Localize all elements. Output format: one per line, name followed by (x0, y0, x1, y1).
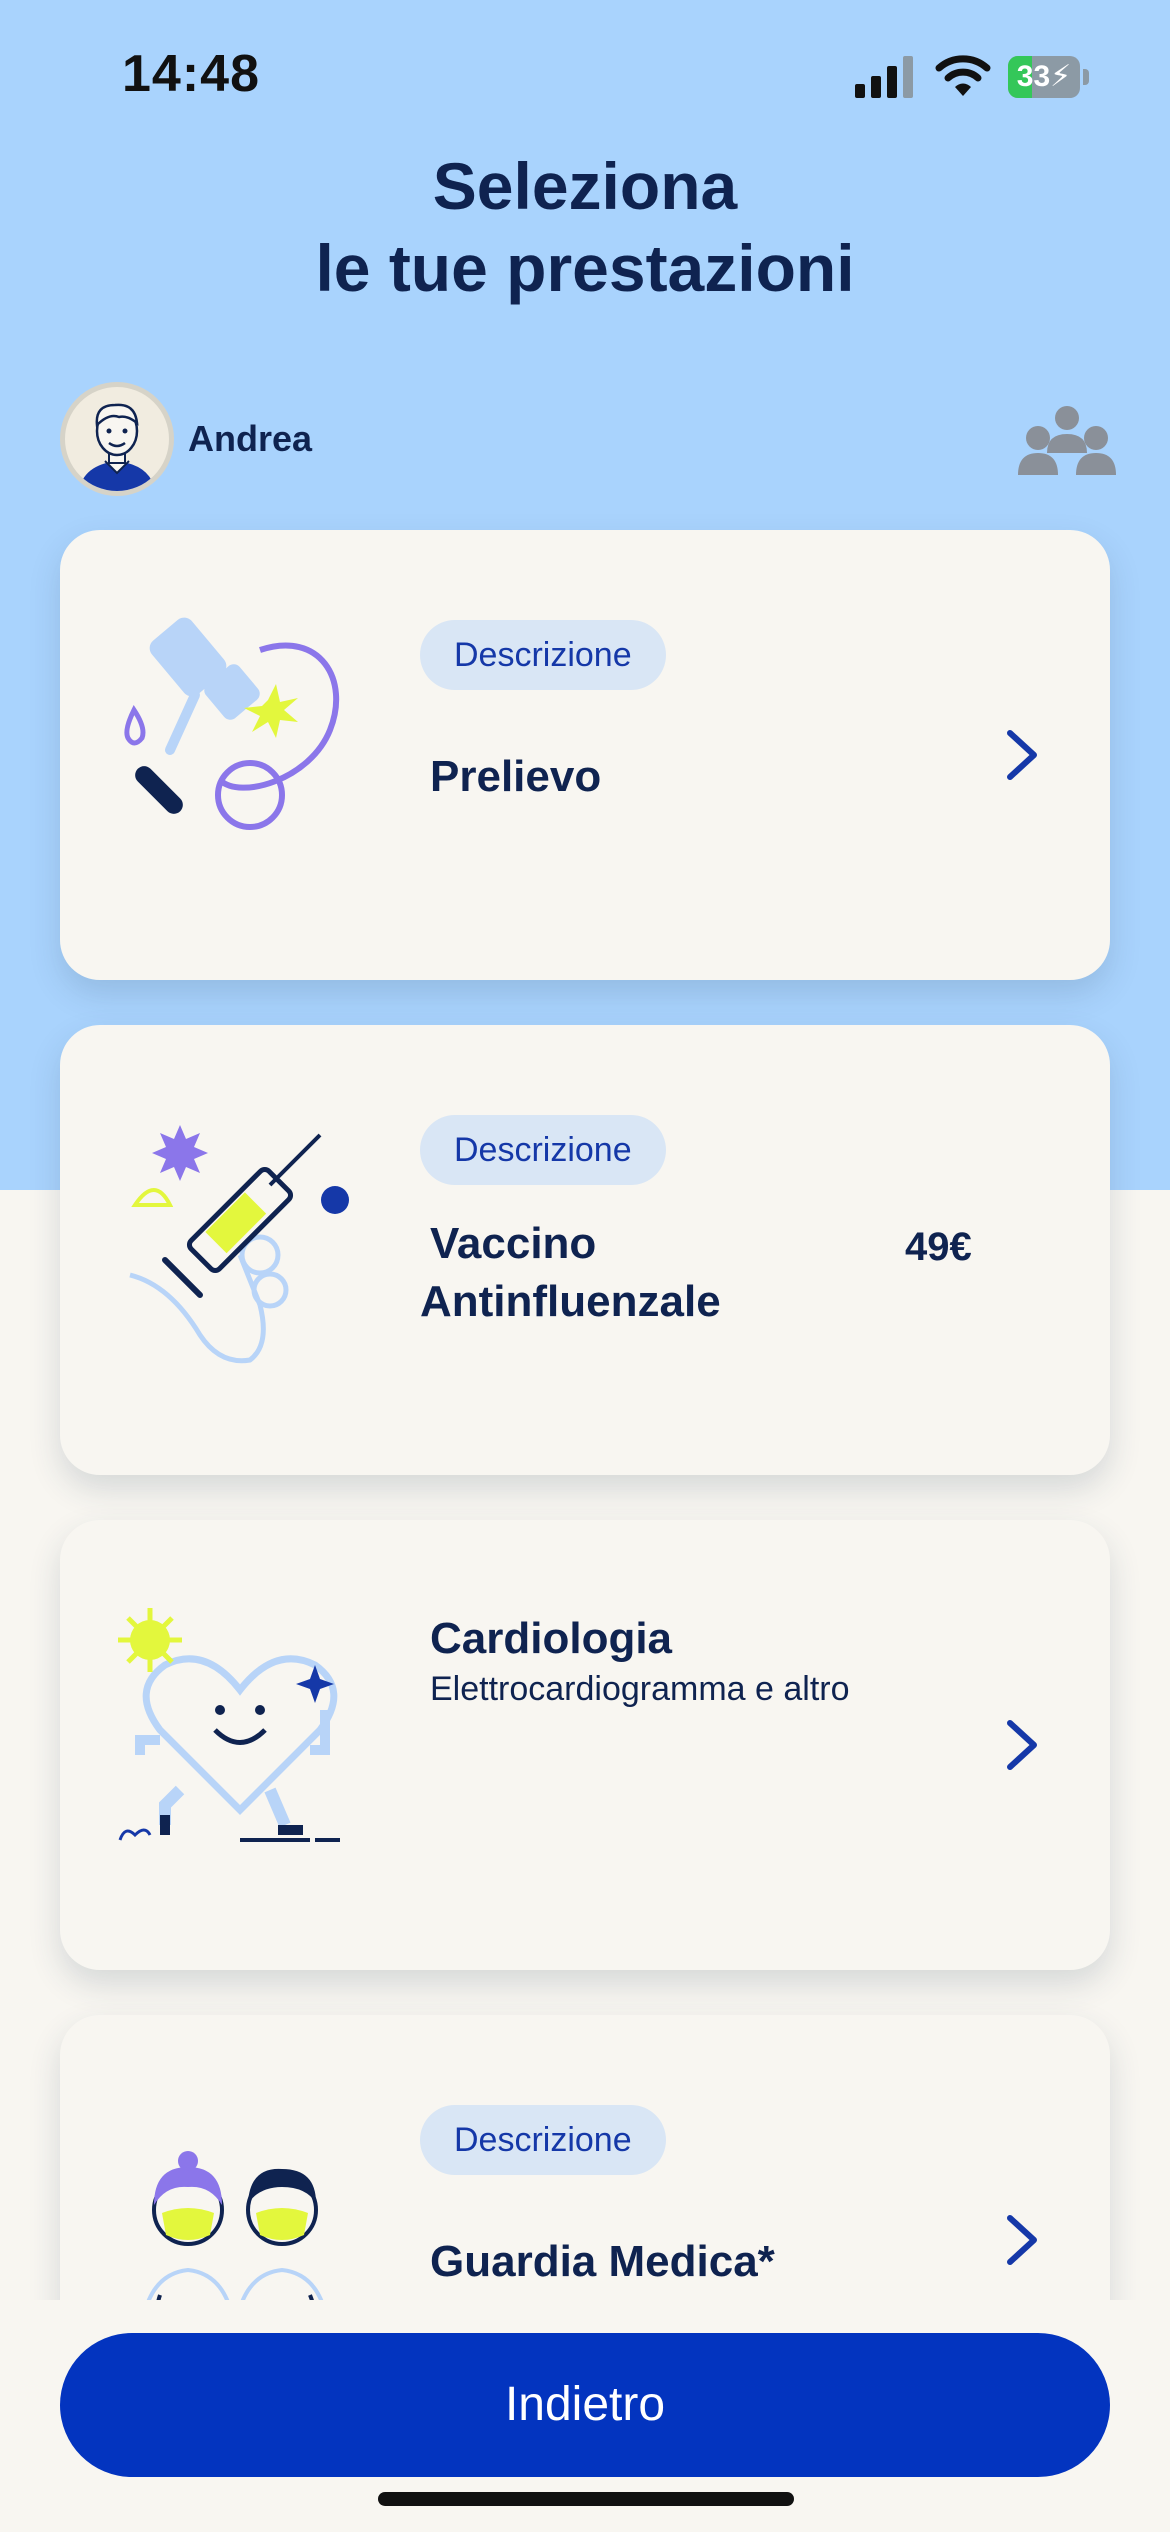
page-title: Seleziona le tue prestazioni (0, 145, 1170, 309)
home-indicator (378, 2492, 794, 2506)
description-chip[interactable]: Descrizione (420, 1115, 666, 1185)
battery-percent: 33 (1016, 60, 1051, 93)
blood-draw-illustration-icon (124, 617, 340, 830)
heart-illustration-icon (118, 1608, 340, 1842)
family-members-icon[interactable] (1018, 405, 1116, 475)
service-name: Prelievo (430, 752, 602, 801)
service-subtitle: Elettrocardiogramma e altro (430, 1670, 850, 1708)
vaccine-syringe-illustration-icon (129, 1125, 349, 1364)
service-name: Cardiologia (430, 1614, 673, 1663)
service-name-line-2: Antinfluenzale (420, 1277, 721, 1326)
chevron-right-icon[interactable] (1000, 2210, 1044, 2270)
status-time: 14:48 (122, 45, 260, 103)
service-card-vaccino[interactable]: Descrizione Vaccino Antinfluenzale 49€ (60, 1025, 1110, 1475)
service-name: Guardia Medica* (430, 2237, 775, 2286)
service-card-prelievo[interactable]: Descrizione Prelievo (60, 530, 1110, 980)
description-chip[interactable]: Descrizione (420, 620, 666, 690)
service-name-line-1: Vaccino (430, 1219, 597, 1268)
chevron-right-icon[interactable] (1000, 1715, 1044, 1775)
title-line-2: le tue prestazioni (315, 231, 855, 305)
user-name[interactable]: Andrea (188, 418, 312, 460)
chevron-right-icon[interactable] (1000, 725, 1044, 785)
back-button[interactable]: Indietro (60, 2333, 1110, 2477)
wifi-icon (935, 55, 991, 96)
title-line-1: Seleziona (432, 149, 738, 223)
cellular-signal-icon (855, 56, 913, 98)
service-price: 49€ (905, 1225, 972, 1269)
battery-indicator: 33⚡ (1008, 56, 1090, 98)
status-bar: 14:48 33⚡ (0, 0, 1170, 150)
user-avatar[interactable] (60, 382, 174, 496)
service-card-cardiologia[interactable]: Cardiologia Elettrocardiogramma e altro (60, 1520, 1110, 1970)
avatar-illustration-icon (79, 403, 155, 491)
description-chip[interactable]: Descrizione (420, 2105, 666, 2175)
